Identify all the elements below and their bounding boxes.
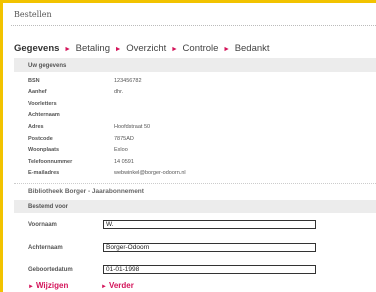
field-value: dhr.: [114, 89, 124, 95]
step-arrow-icon: ►: [114, 46, 122, 53]
voornaam-input[interactable]: [103, 220, 316, 229]
section-title: Bestemd voor: [28, 204, 69, 210]
wijzigen-link[interactable]: ► Wijzigen: [28, 281, 68, 290]
achternaam-input[interactable]: [103, 243, 316, 252]
field-label: Woonplaats: [28, 147, 60, 153]
order-page: Bestellen Gegevens ► Betaling ► Overzich…: [3, 3, 376, 292]
voornaam-label: Voornaam: [28, 222, 57, 228]
step-bedankt: Bedankt: [234, 43, 270, 54]
field-label: BSN: [28, 78, 40, 84]
step-arrow-icon: ►: [64, 46, 71, 53]
step-overzicht: Overzicht: [126, 43, 167, 54]
verder-link[interactable]: ► Verder: [101, 281, 134, 290]
field-value: 7875AD: [114, 136, 134, 142]
product-heading: Bibliotheek Borger - Jaarabonnement: [28, 188, 144, 195]
header-divider: [11, 25, 376, 26]
field-value: Exloo: [114, 147, 128, 153]
step-gegevens: Gegevens: [14, 43, 60, 54]
field-label: Voorletters: [28, 101, 57, 107]
arrow-right-icon: ►: [28, 284, 34, 290]
wijzigen-label: Wijzigen: [35, 281, 69, 290]
section-divider: [14, 183, 376, 184]
geboortedatum-label: Geboortedatum: [28, 267, 73, 273]
arrow-right-icon: ►: [101, 284, 107, 290]
geboortedatum-input[interactable]: [103, 265, 316, 274]
step-betaling: Betaling: [75, 43, 110, 54]
page-header: Bestellen: [3, 3, 376, 27]
step-arrow-icon: ►: [170, 46, 178, 53]
section-title: Uw gegevens: [28, 63, 67, 69]
step-arrow-icon: ►: [223, 46, 231, 53]
field-value: Hoofdstraat 50: [114, 124, 151, 130]
field-value: 14 0591: [114, 159, 134, 165]
field-label: E-mailadres: [28, 170, 60, 176]
field-value: webwinkel@borger-odoorn.nl: [114, 170, 186, 176]
field-label: Adres: [28, 124, 44, 130]
section-header-uw-gegevens: Uw gegevens: [14, 58, 376, 72]
achternaam-label: Achternaam: [28, 245, 63, 251]
field-label: Achternaam: [28, 112, 60, 118]
checkout-steps: Gegevens ► Betaling ► Overzicht ► Contro…: [14, 43, 270, 54]
section-header-bestemd-voor: Bestemd voor: [14, 200, 376, 213]
field-label: Aanhef: [28, 89, 47, 95]
verder-label: Verder: [108, 281, 134, 290]
step-controle: Controle: [182, 43, 219, 54]
field-label: Telefoonnummer: [28, 159, 73, 165]
page-title: Bestellen: [14, 10, 52, 19]
field-label: Postcode: [28, 136, 53, 142]
field-value: 123456782: [114, 78, 142, 84]
